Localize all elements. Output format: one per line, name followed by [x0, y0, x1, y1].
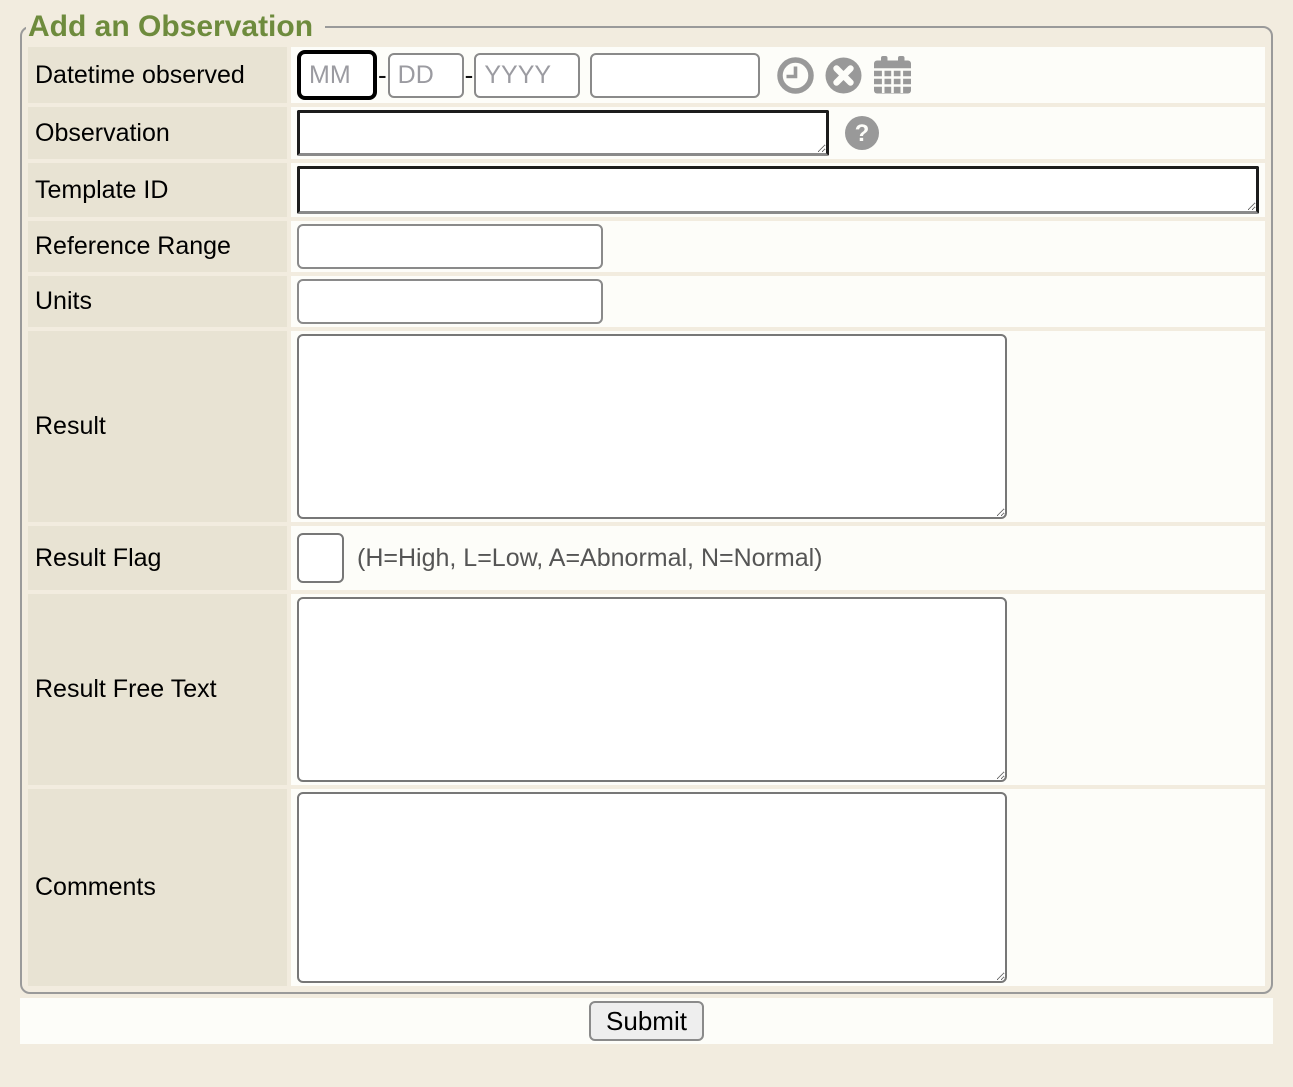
add-observation-page: Add an Observation Datetime observed - - [0, 10, 1293, 1044]
add-observation-fieldset: Add an Observation Datetime observed - - [20, 10, 1273, 994]
result-input[interactable] [297, 334, 1007, 519]
datetime-icon-group [776, 56, 913, 95]
row-observation: Observation ? [28, 107, 1265, 159]
result-flag-label: Result Flag [28, 526, 287, 590]
help-icon[interactable]: ? [843, 114, 881, 152]
result-free-text-label: Result Free Text [28, 594, 287, 785]
datetime-observed-label: Datetime observed [28, 47, 287, 103]
datetime-month-input[interactable] [297, 50, 377, 100]
row-reference-range: Reference Range [28, 221, 1265, 272]
submit-button[interactable]: Submit [589, 1001, 704, 1041]
row-datetime-observed: Datetime observed - - [28, 47, 1265, 103]
template-id-label: Template ID [28, 163, 287, 217]
result-flag-hint: (H=High, L=Low, A=Abnormal, N=Normal) [357, 544, 823, 573]
page-title: Add an Observation [26, 10, 325, 43]
svg-text:?: ? [855, 120, 870, 147]
result-free-text-input[interactable] [297, 597, 1007, 782]
row-comments: Comments [28, 789, 1265, 986]
reference-range-label: Reference Range [28, 221, 287, 272]
date-separator: - [378, 60, 387, 91]
row-result-free-text: Result Free Text [28, 594, 1265, 785]
date-separator: - [465, 60, 474, 91]
row-units: Units [28, 276, 1265, 327]
datetime-time-input[interactable] [590, 53, 760, 98]
observation-input[interactable] [297, 110, 829, 156]
clear-icon[interactable] [824, 56, 863, 95]
clock-icon[interactable] [776, 56, 815, 95]
calendar-icon[interactable] [872, 56, 913, 95]
datetime-year-input[interactable] [474, 53, 580, 98]
template-id-input[interactable] [297, 166, 1259, 214]
units-label: Units [28, 276, 287, 327]
units-input[interactable] [297, 279, 603, 324]
comments-label: Comments [28, 789, 287, 986]
datetime-day-input[interactable] [388, 53, 464, 98]
submit-row: Submit [20, 998, 1273, 1044]
comments-input[interactable] [297, 792, 1007, 983]
row-result-flag: Result Flag (H=High, L=Low, A=Abnormal, … [28, 526, 1265, 590]
observation-label: Observation [28, 107, 287, 159]
result-flag-input[interactable] [297, 533, 344, 583]
observation-form-table: Datetime observed - - [24, 43, 1269, 990]
row-template-id: Template ID [28, 163, 1265, 217]
result-label: Result [28, 331, 287, 522]
reference-range-input[interactable] [297, 224, 603, 269]
row-result: Result [28, 331, 1265, 522]
